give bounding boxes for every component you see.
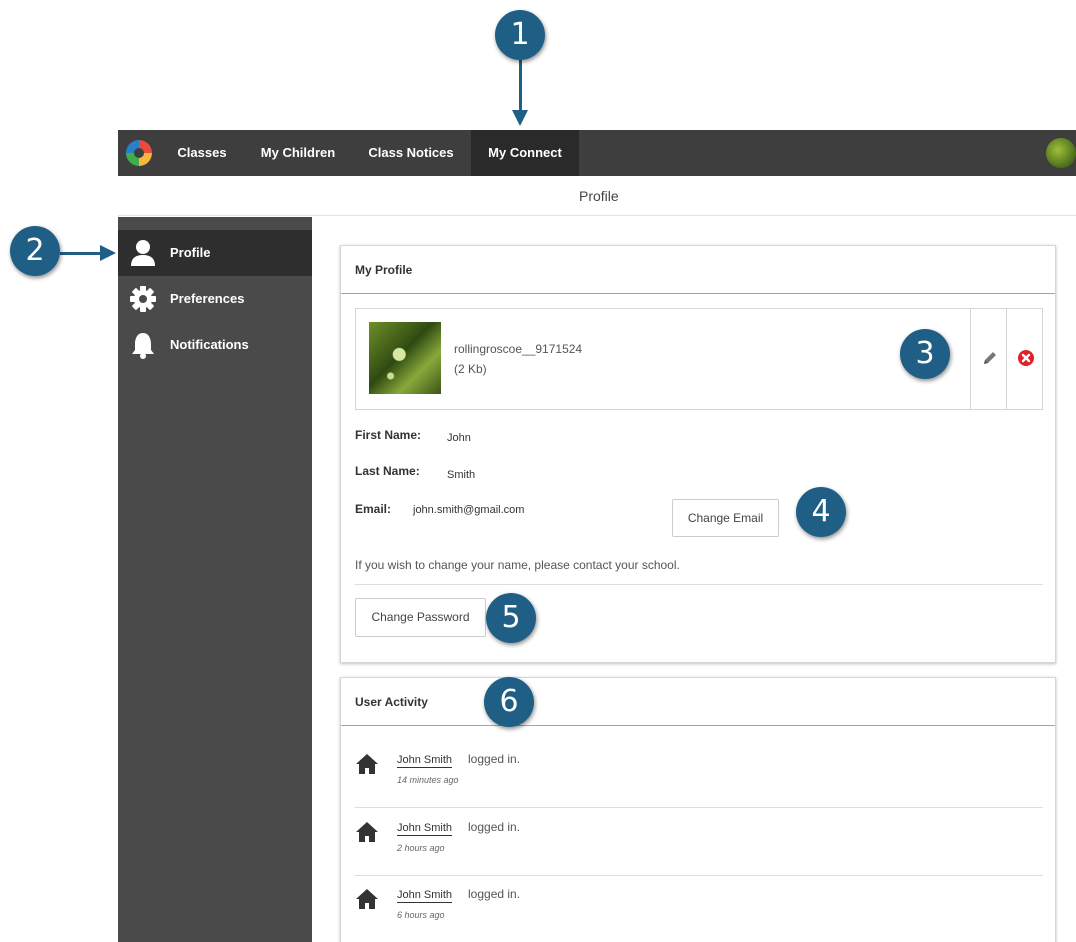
home-icon <box>356 754 378 774</box>
activity-item: John Smith logged in. 2 hours ago <box>355 807 1043 875</box>
sidebar-item-preferences[interactable]: Preferences <box>118 276 312 322</box>
file-size: (2 Kb) <box>454 362 487 376</box>
last-name-value: Smith <box>447 469 476 481</box>
user-icon <box>131 240 155 266</box>
activity-action: logged in. <box>468 752 521 766</box>
activity-item: John Smith logged in. 6 hours ago <box>355 874 1043 942</box>
activity-action: logged in. <box>468 820 521 834</box>
nav-my-children[interactable]: My Children <box>248 130 348 176</box>
app-window: Classes My Children Class Notices My Con… <box>118 130 1076 942</box>
nav-classes[interactable]: Classes <box>166 130 238 176</box>
first-name-value: John <box>447 432 471 444</box>
bell-icon <box>132 333 154 359</box>
email-value: john.smith@gmail.com <box>413 504 525 516</box>
callout-6: 6 <box>484 677 534 727</box>
callout-1-arrowhead <box>512 110 528 126</box>
activity-user-link[interactable]: John Smith <box>397 889 453 903</box>
delete-icon <box>1018 350 1034 366</box>
panel-title: My Profile <box>355 263 413 277</box>
activity-user-link[interactable]: John Smith <box>397 822 453 836</box>
sidebar: Profile Preferences Notifications <box>118 217 312 942</box>
delete-photo-button[interactable] <box>1006 309 1043 409</box>
sidebar-item-label: Profile <box>170 245 211 260</box>
sidebar-item-label: Notifications <box>170 337 249 352</box>
callout-2-arrow <box>60 252 104 255</box>
nav-my-connect[interactable]: My Connect <box>471 130 579 176</box>
user-avatar[interactable] <box>1046 138 1076 168</box>
app-logo-icon[interactable] <box>126 140 152 166</box>
file-name: rollingroscoe__9171524 <box>454 342 583 356</box>
activity-time: 6 hours ago <box>397 910 445 920</box>
profile-photo-thumbnail[interactable] <box>369 322 441 394</box>
page-title-bar: Profile <box>118 176 1076 216</box>
sidebar-item-notifications[interactable]: Notifications <box>118 322 312 368</box>
callout-3: 3 <box>900 329 950 379</box>
callout-5: 5 <box>486 593 536 643</box>
pencil-icon <box>984 352 996 364</box>
activity-item: John Smith logged in. 14 minutes ago <box>355 739 1043 807</box>
edit-photo-button[interactable] <box>970 309 1007 409</box>
home-icon <box>356 822 378 842</box>
gear-icon <box>130 286 156 312</box>
sidebar-item-label: Preferences <box>170 291 245 306</box>
activity-user-link[interactable]: John Smith <box>397 754 453 768</box>
home-icon <box>356 889 378 909</box>
page-title: Profile <box>579 188 619 204</box>
name-change-note: If you wish to change your name, please … <box>355 558 680 572</box>
my-profile-panel: My Profile rollingroscoe__9171524 (2 Kb) <box>340 245 1056 663</box>
activity-action: logged in. <box>468 887 521 901</box>
callout-1: 1 <box>495 10 545 60</box>
last-name-label: Last Name: <box>355 464 420 478</box>
email-label: Email: <box>355 502 392 516</box>
callout-2: 2 <box>10 226 60 276</box>
activity-time: 2 hours ago <box>397 843 445 853</box>
divider <box>355 584 1043 585</box>
callout-1-arrow <box>519 60 522 114</box>
user-activity-panel: User Activity John Smith logged in. 14 m… <box>340 677 1056 942</box>
nav-class-notices[interactable]: Class Notices <box>358 130 464 176</box>
panel-header: User Activity <box>341 678 1055 726</box>
change-email-button[interactable]: Change Email <box>672 499 779 537</box>
callout-4: 4 <box>796 487 846 537</box>
callout-2-arrowhead <box>100 245 116 261</box>
main-content: My Profile rollingroscoe__9171524 (2 Kb) <box>312 217 1076 942</box>
activity-time: 14 minutes ago <box>397 775 459 785</box>
panel-header: My Profile <box>341 246 1055 294</box>
panel-title: User Activity <box>355 695 428 709</box>
first-name-label: First Name: <box>355 428 422 442</box>
change-password-button[interactable]: Change Password <box>355 598 486 637</box>
sidebar-item-profile[interactable]: Profile <box>118 230 312 276</box>
top-navbar: Classes My Children Class Notices My Con… <box>118 130 1076 176</box>
